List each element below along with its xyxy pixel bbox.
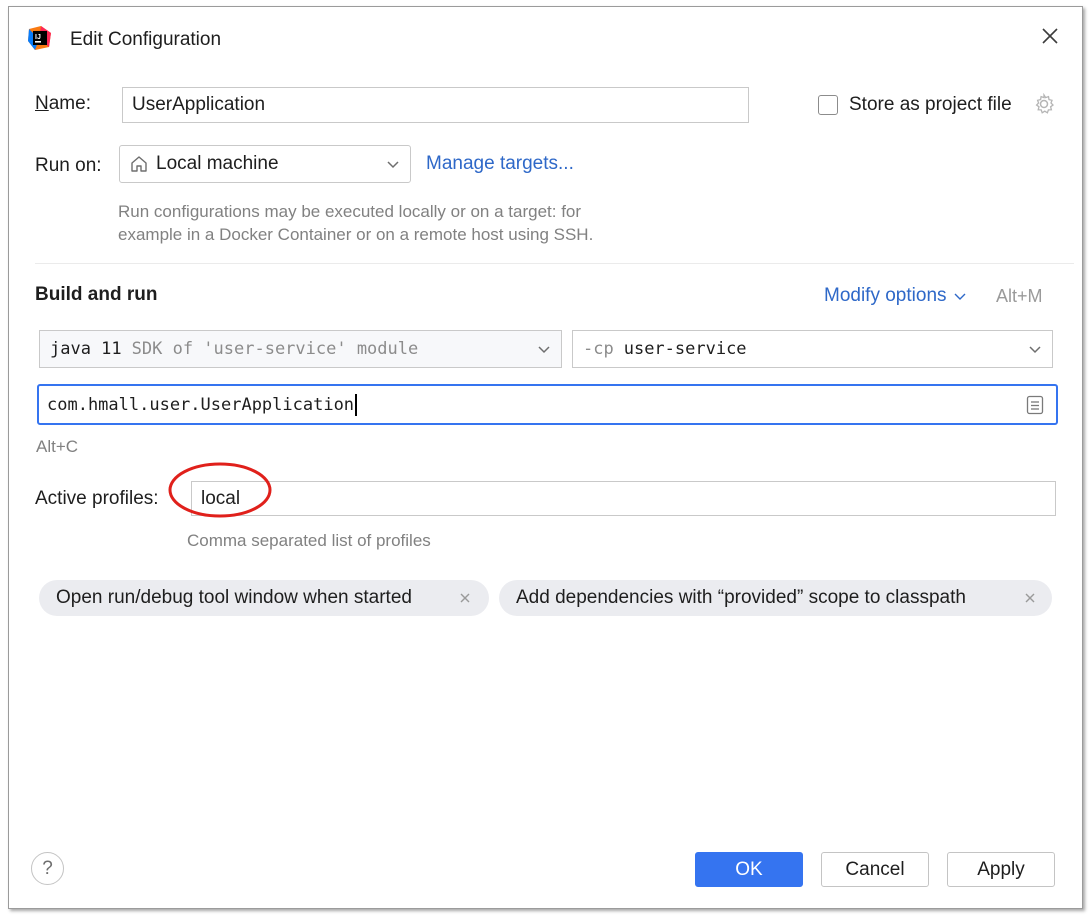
remove-chip-icon[interactable] [1023,591,1037,605]
remove-chip-icon[interactable] [458,591,472,605]
section-divider [35,263,1074,264]
sdk-detail: SDK of 'user-service' module [131,339,419,359]
gear-icon[interactable] [1033,93,1055,115]
modify-options-link[interactable]: Modify options [824,285,967,307]
store-as-project-file-checkbox[interactable] [818,95,838,115]
help-button[interactable]: ? [31,852,64,885]
close-icon[interactable] [1039,25,1061,47]
chevron-down-icon [1029,346,1041,354]
classpath-module-dropdown[interactable]: -cp user-service [572,330,1053,368]
name-input-value: UserApplication [132,94,266,115]
active-profiles-label: Active profiles: [35,488,159,509]
run-on-hint-line-1: Run configurations may be executed local… [118,202,582,221]
chevron-down-icon [538,346,550,354]
chevron-down-icon [387,161,399,169]
run-on-label: Run on: [35,155,102,176]
main-class-value: com.hmall.user.UserApplication [47,394,355,415]
modify-options-shortcut: Alt+M [996,286,1043,306]
ok-button[interactable]: OK [695,852,803,887]
manage-targets-link[interactable]: Manage targets... [426,153,574,175]
classpath-flag: -cp [583,339,614,359]
active-profiles-hint: Comma separated list of profiles [187,531,431,550]
edit-configuration-dialog: IJ Edit Configuration Name: UserApplicat… [8,6,1083,909]
apply-button[interactable]: Apply [947,852,1055,887]
dialog-title: Edit Configuration [70,29,222,50]
active-profiles-value: local [201,487,241,509]
intellij-app-icon: IJ [28,26,51,50]
text-cursor [355,393,357,416]
run-on-hint-line-2: example in a Docker Container or on a re… [118,225,594,244]
chip-provided-scope[interactable]: Add dependencies with “provided” scope t… [499,580,1052,616]
svg-text:IJ: IJ [35,34,41,41]
main-class-input[interactable]: com.hmall.user.UserApplication [37,384,1058,425]
main-class-shortcut: Alt+C [36,437,79,456]
modify-options-label: Modify options [824,285,947,306]
cancel-button[interactable]: Cancel [821,852,929,887]
sdk-dropdown[interactable]: java 11 SDK of 'user-service' module [39,330,562,368]
name-label: Name: [35,93,91,114]
browse-class-icon[interactable] [1026,395,1044,415]
run-on-dropdown[interactable]: Local machine [119,145,411,183]
classpath-module: user-service [623,339,747,359]
chip-label: Open run/debug tool window when started [56,587,412,608]
chevron-down-icon [954,293,966,300]
name-input[interactable]: UserApplication [122,87,749,123]
chip-label: Add dependencies with “provided” scope t… [516,587,966,608]
home-icon [131,156,147,172]
sdk-name: java 11 [50,339,122,359]
build-and-run-heading: Build and run [35,284,158,305]
chip-open-tool-window[interactable]: Open run/debug tool window when started [39,580,489,616]
active-profiles-input[interactable]: local [191,481,1056,516]
store-as-project-file-label[interactable]: Store as project file [849,94,1012,116]
run-on-value: Local machine [156,153,279,174]
